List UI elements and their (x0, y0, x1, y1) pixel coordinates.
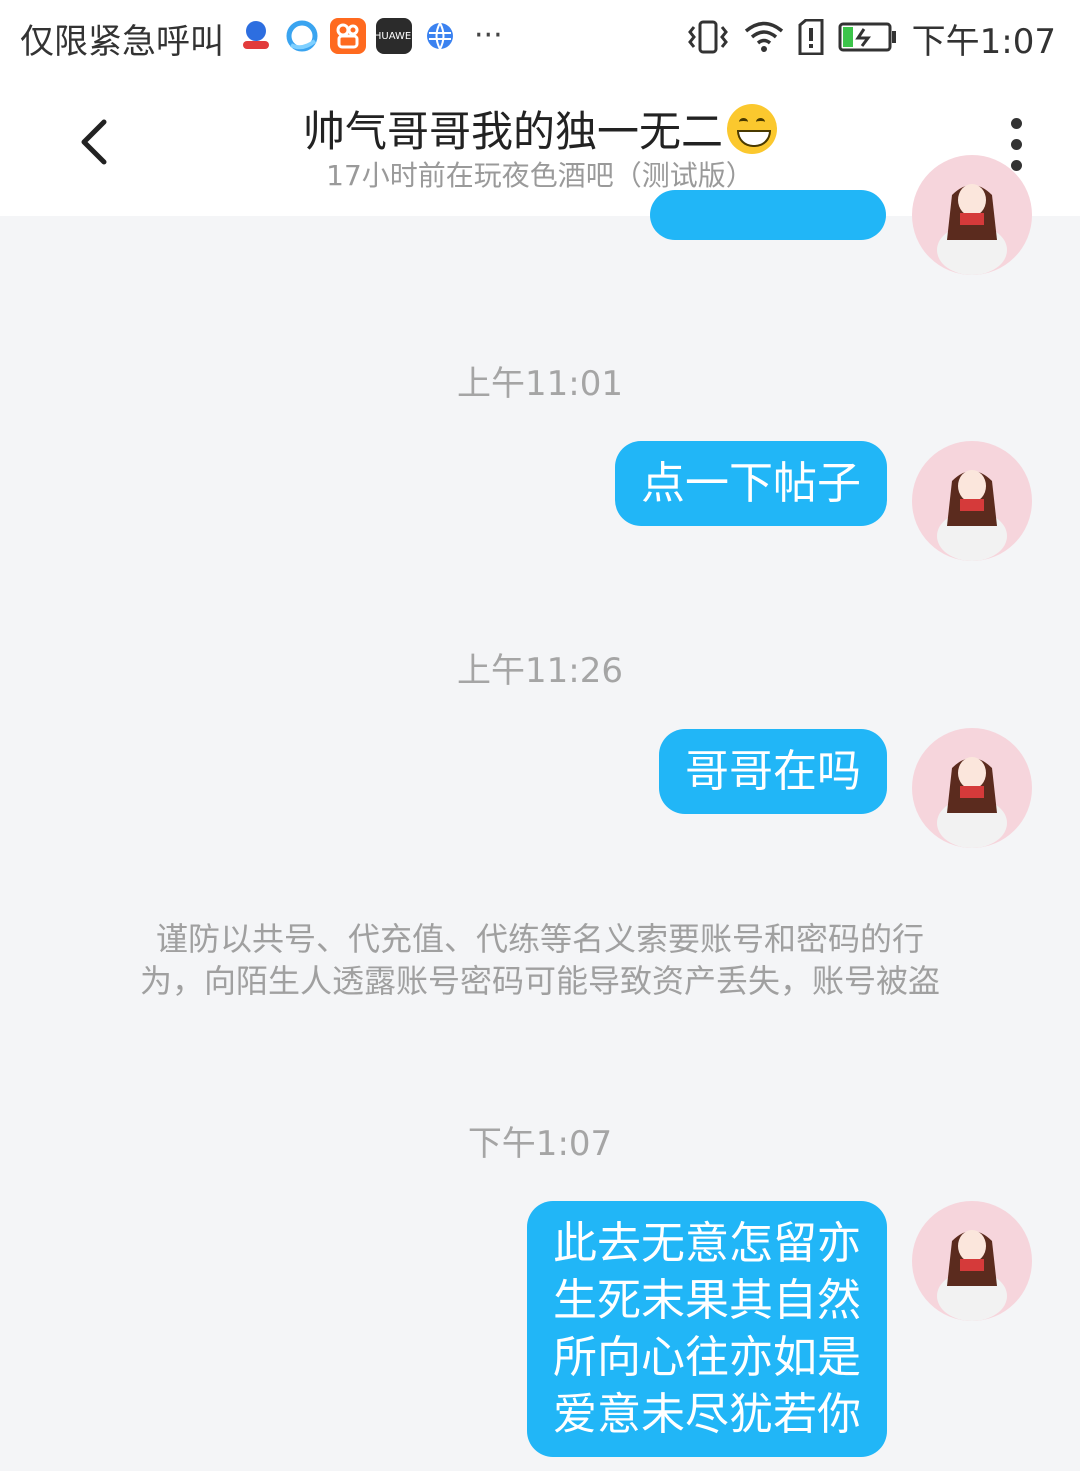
warning-line: 谨防以共号、代充值、代练等名义索要账号和密码的行 (155, 920, 924, 958)
kuaishou-icon (330, 18, 366, 54)
system-icons: 下午1:07 (686, 14, 1056, 63)
timestamp: 下午1:07 (467, 1124, 613, 1164)
message-text-line: 生死末果其自然 (553, 1275, 861, 1326)
message-text-line: 此去无意怎留亦 (553, 1218, 861, 1269)
security-warning: 谨防以共号、代充值、代练等名义索要账号和密码的行 为，向陌生人透露账号密码可能导… (80, 918, 1000, 1002)
avatar[interactable] (912, 441, 1032, 561)
huawei-icon: HUAWEI (374, 18, 414, 54)
message-bubble-partial[interactable] (650, 190, 886, 240)
dot-icon (1010, 139, 1022, 150)
message-text-line: 所向心往亦如是 (553, 1332, 861, 1383)
status-bar: 仅限紧急呼叫 HUAWEI ··· 下午1:07 (0, 0, 1080, 76)
clock: 下午1:07 (911, 22, 1056, 62)
contact-name: 帅气哥哥我的独一无二 (302, 107, 723, 156)
warning-line: 为，向陌生人透露账号密码可能导致资产丢失，账号被盗 (139, 962, 940, 1000)
message-bubble[interactable]: 哥哥在吗 (659, 729, 887, 814)
message-text-line: 爱意未尽犹若你 (553, 1389, 861, 1440)
avatar[interactable] (912, 1201, 1032, 1321)
avatar[interactable] (912, 728, 1032, 848)
timestamp: 上午11:26 (457, 651, 623, 691)
dot-icon (1010, 118, 1022, 129)
chat-title: 帅气哥哥我的独一无二 (0, 98, 1080, 159)
timestamp: 上午11:01 (457, 364, 623, 404)
carrier-text: 仅限紧急呼叫 (20, 22, 224, 62)
message-text: 点一下帖子 (641, 458, 861, 509)
message-bubble[interactable]: 点一下帖子 (615, 441, 887, 526)
globe-icon (422, 18, 458, 54)
notification-icons: HUAWEI ··· (238, 18, 503, 54)
grin-emoji-icon (727, 104, 777, 154)
message-text: 哥哥在吗 (685, 746, 861, 797)
browser-icon (284, 18, 320, 54)
avatar[interactable] (912, 155, 1032, 275)
wifi-icon (744, 20, 784, 58)
vibrate-icon (686, 19, 730, 59)
dot-icon (1010, 160, 1022, 171)
battery-icon (838, 22, 898, 56)
message-bubble[interactable]: 此去无意怎留亦 生死末果其自然 所向心往亦如是 爱意未尽犹若你 (527, 1201, 887, 1457)
baidu-icon (238, 18, 274, 54)
sim-alert-icon (798, 18, 824, 59)
more-notifications-icon: ··· (474, 18, 503, 53)
